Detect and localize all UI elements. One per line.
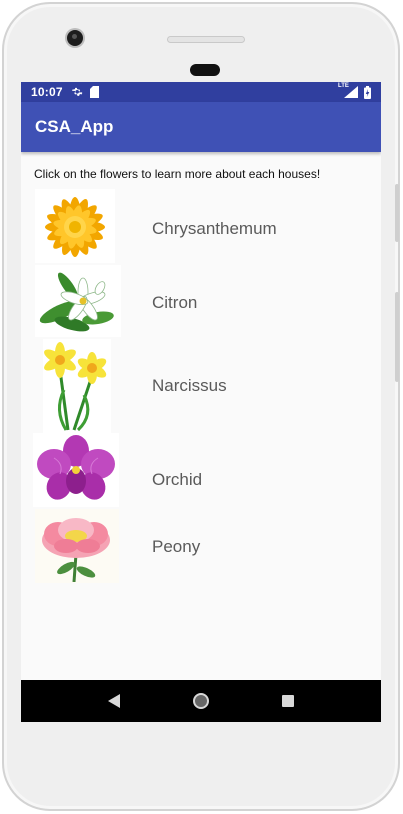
status-time: 10:07	[31, 85, 63, 99]
flower-name-narcissus[interactable]: Narcissus	[152, 376, 227, 396]
earpiece-speaker	[167, 36, 245, 43]
front-camera	[67, 30, 83, 46]
intro-text: Click on the flowers to learn more about…	[34, 167, 321, 181]
status-bar: 10:07 LTE	[21, 82, 381, 102]
peony-image[interactable]	[35, 509, 119, 583]
signal-icon: LTE	[338, 83, 358, 98]
flower-row-orchid[interactable]: Orchid	[21, 433, 381, 509]
power-button	[395, 184, 399, 242]
recent-apps-icon[interactable]	[282, 695, 295, 707]
narcissus-image[interactable]	[43, 339, 111, 433]
sd-card-icon	[89, 86, 99, 98]
citron-image[interactable]	[35, 265, 121, 337]
settings-icon	[71, 87, 83, 96]
navigation-bar	[21, 680, 381, 722]
app-bar: CSA_App	[21, 102, 381, 152]
network-type: LTE	[338, 83, 349, 89]
battery-icon	[364, 85, 371, 99]
flower-name-citron[interactable]: Citron	[152, 293, 197, 313]
proximity-sensor	[190, 64, 220, 76]
home-icon[interactable]	[192, 693, 209, 709]
app-title: CSA_App	[35, 117, 114, 136]
orchid-image[interactable]	[33, 433, 119, 507]
flower-name-orchid[interactable]: Orchid	[152, 470, 202, 490]
back-icon[interactable]	[107, 694, 120, 708]
flower-name-chrysanthemum[interactable]: Chrysanthemum	[152, 219, 277, 239]
screen: 10:07 LTE CSA_App Click on the flowers t…	[21, 82, 381, 722]
flower-name-peony[interactable]: Peony	[152, 537, 200, 557]
chrysanthemum-image[interactable]	[35, 189, 115, 263]
flower-row-peony[interactable]: Peony	[21, 509, 381, 585]
flower-row-narcissus[interactable]: Narcissus	[21, 339, 381, 435]
flower-row-citron[interactable]: Citron	[21, 265, 381, 339]
flower-row-chrysanthemum[interactable]: Chrysanthemum	[21, 189, 381, 265]
volume-button	[395, 292, 399, 382]
